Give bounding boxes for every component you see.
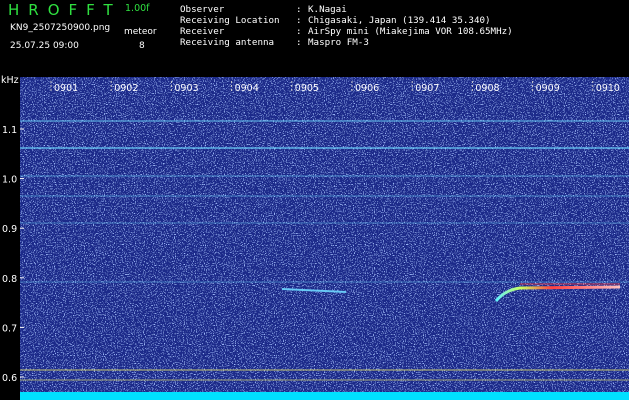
time-label: 0908 (475, 83, 499, 94)
time-label: 0904 (235, 83, 259, 94)
y-axis-unit: kHz (1, 75, 19, 86)
baseline-band (20, 392, 629, 400)
spectrogram-noise (20, 77, 629, 400)
spectrogram: 1.1 1.0 0.9 0.8 0.7 0.6 0901 0902 0903 0904 0905 09… (1, 75, 629, 400)
y-tick-label: 0.9 (2, 224, 17, 235)
time-label: 0901 (54, 83, 78, 94)
time-label: 0906 (355, 83, 379, 94)
time-label: 0909 (536, 83, 560, 94)
time-label: 0902 (114, 83, 138, 94)
y-tick-label: 0.7 (2, 323, 17, 334)
time-label: 0910 (596, 83, 620, 94)
time-label: 0903 (174, 83, 198, 94)
y-tick-label: 0.6 (2, 373, 17, 384)
y-tick-label: 0.8 (2, 274, 17, 285)
time-label: 0907 (415, 83, 439, 94)
y-tick-label: 1.1 (2, 125, 17, 136)
time-label: 0905 (295, 83, 319, 94)
y-tick-label: 1.0 (2, 175, 17, 186)
